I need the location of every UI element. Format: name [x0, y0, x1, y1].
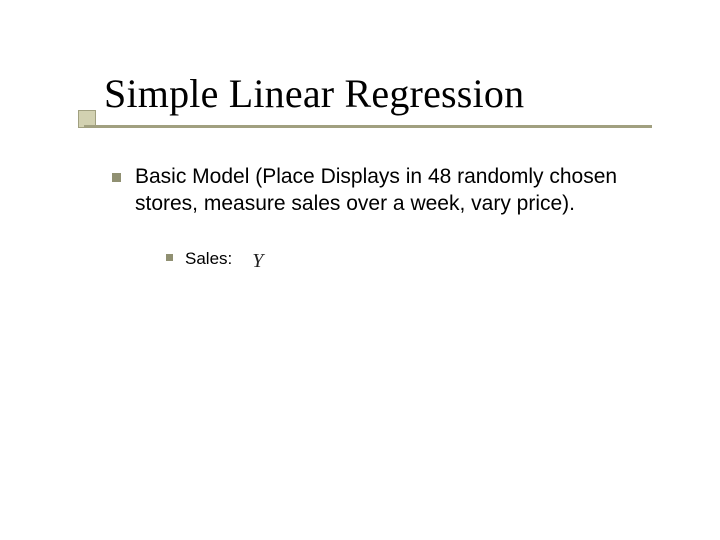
slide: Simple Linear Regression Basic Model (Pl…	[0, 0, 720, 540]
math-variable-y: Y	[252, 248, 263, 274]
title-wrap: Simple Linear Regression	[104, 70, 680, 117]
square-bullet-icon	[166, 254, 173, 261]
sub-bullet-label: Sales:	[185, 248, 232, 270]
slide-title: Simple Linear Regression	[104, 70, 680, 117]
slide-body: Basic Model (Place Displays in 48 random…	[112, 164, 672, 274]
bullet-level-2: Sales: Y	[166, 248, 672, 274]
title-underline	[84, 125, 652, 128]
square-bullet-icon	[112, 173, 121, 182]
bullet-text: Basic Model (Place Displays in 48 random…	[135, 164, 672, 218]
bullet-level-1: Basic Model (Place Displays in 48 random…	[112, 164, 672, 218]
